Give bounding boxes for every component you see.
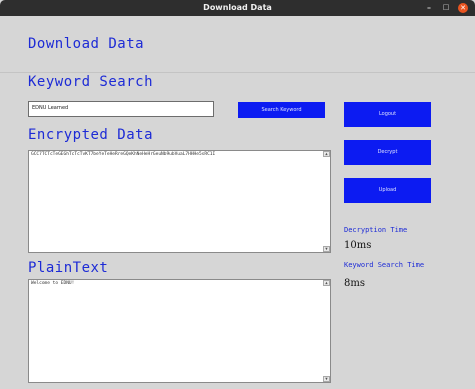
upload-button[interactable]: Upload <box>344 178 431 203</box>
encrypted-data-heading: Encrypted Data <box>28 127 154 143</box>
maximize-icon[interactable]: □ <box>441 0 451 16</box>
page-title: Download Data <box>28 36 145 52</box>
close-icon[interactable]: ✕ <box>458 3 468 13</box>
logout-button[interactable]: Logout <box>344 102 431 127</box>
keyword-search-heading: Keyword Search <box>28 74 154 90</box>
title-bar: Download Data – □ ✕ <box>0 0 475 16</box>
plain-text-content: Welcome to EDNU! <box>31 281 75 286</box>
encrypted-data-textarea[interactable]: GCC7TCTcTeGEGhTcTcTvKT7beYeTeHeRreGQeKhN… <box>28 150 331 253</box>
keyword-search-input[interactable]: EDNU Learned <box>28 101 214 117</box>
window-title: Download Data <box>203 3 272 12</box>
decrypt-button[interactable]: Decrypt <box>344 140 431 165</box>
encrypted-data-text: GCC7TCTcTeGEGhTcTcTvKT7beYeTeHeRreGQeKhN… <box>31 152 216 157</box>
search-keyword-button[interactable]: Search Keyword <box>238 102 325 118</box>
download-data-window: Download Data Keyword Search EDNU Learne… <box>0 16 475 389</box>
minimize-icon[interactable]: – <box>424 0 434 16</box>
scroll-down-arrow-icon[interactable]: ▼ <box>323 376 330 382</box>
plain-text-heading: PlainText <box>28 260 109 276</box>
keyword-search-time-value: 8ms <box>344 278 365 289</box>
decryption-time-label: Decryption Time <box>344 226 408 234</box>
header-divider <box>0 72 475 73</box>
decryption-time-value: 10ms <box>344 240 372 251</box>
scroll-up-arrow-icon[interactable]: ▲ <box>323 280 330 286</box>
scroll-up-arrow-icon[interactable]: ▲ <box>323 151 330 157</box>
keyword-search-time-label: Keyword Search Time <box>344 261 425 269</box>
scroll-down-arrow-icon[interactable]: ▼ <box>323 246 330 252</box>
plain-text-textarea[interactable]: Welcome to EDNU! ▲ ▼ <box>28 279 331 383</box>
